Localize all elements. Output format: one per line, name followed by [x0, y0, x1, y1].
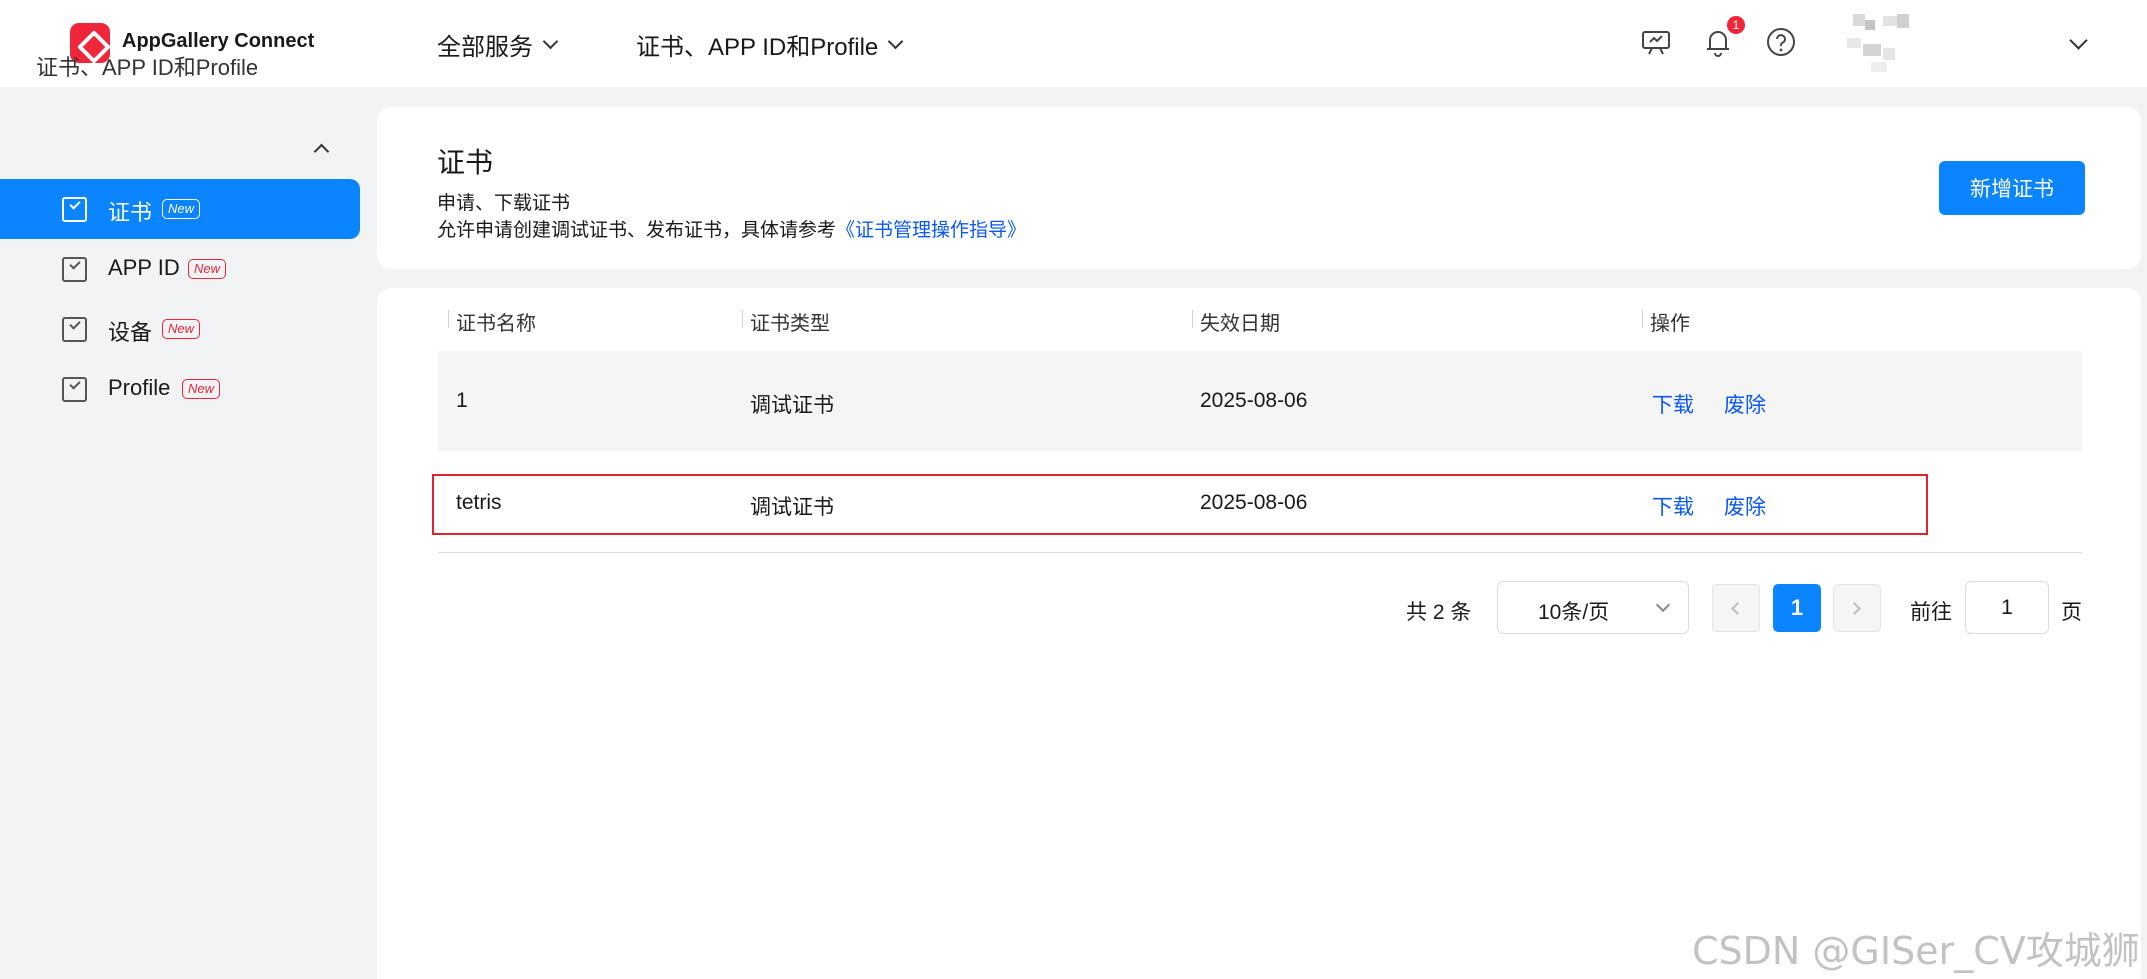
avatar[interactable]: [1845, 12, 1925, 78]
nav-certs-label: 证书、APP ID和Profile: [636, 34, 879, 61]
page-title: 证书: [437, 147, 494, 178]
new-badge: New: [188, 259, 227, 279]
pagination-total: 共 2 条: [1406, 601, 1472, 624]
sidebar-item-label: Profile: [108, 375, 171, 400]
nav-all-services[interactable]: 全部服务: [437, 27, 559, 62]
column-divider: [1642, 310, 1643, 328]
sidebar-item-app-id[interactable]: APP ID New: [0, 239, 360, 299]
sidebar-group-label[interactable]: 证书、APP ID和Profile: [36, 50, 258, 82]
sidebar-item-label: APP ID: [108, 255, 180, 280]
sidebar-item-label: 证书: [108, 200, 153, 225]
notification-badge: 1: [1727, 16, 1745, 34]
package-icon: [62, 197, 87, 222]
column-divider: [742, 310, 743, 328]
prev-page-button[interactable]: [1712, 584, 1760, 632]
presentation-icon[interactable]: [1638, 24, 1674, 60]
sidebar-item-devices[interactable]: 设备 New: [0, 299, 360, 359]
sidebar-item-label: 设备: [108, 320, 153, 345]
column-header-expiry: 失效日期: [1200, 313, 1280, 335]
goto-suffix: 页: [2061, 601, 2082, 624]
new-badge: New: [182, 379, 221, 399]
page-header-card: 证书 申请、下载证书 允许申请创建调试证书、发布证书，具体请参考《证书管理操作指…: [377, 107, 2141, 269]
new-badge: New: [162, 199, 201, 219]
package-icon: [62, 317, 87, 342]
column-header-actions: 操作: [1650, 313, 1690, 335]
help-icon[interactable]: [1763, 24, 1799, 60]
cell-name: 1: [456, 389, 468, 412]
page-description: 允许申请创建调试证书、发布证书，具体请参考《证书管理操作指导》: [437, 215, 1026, 242]
sidebar-item-profile[interactable]: Profile New: [0, 359, 360, 419]
goto-label: 前往: [1910, 601, 1952, 624]
cert-guide-link[interactable]: 《证书管理操作指导》: [836, 220, 1026, 241]
chevron-up-icon[interactable]: [313, 143, 330, 160]
watermark: CSDN @GISer_CV攻城狮: [1692, 929, 2140, 973]
chevron-left-icon: [1731, 602, 1744, 615]
download-button[interactable]: 下载: [1652, 389, 1694, 419]
page-number-current[interactable]: 1: [1773, 584, 1821, 632]
page-size-value: 10条/页: [1538, 601, 1610, 624]
column-divider: [1192, 310, 1193, 328]
sidebar-item-certificates[interactable]: 证书 New: [0, 179, 360, 239]
nav-all-services-label: 全部服务: [437, 34, 533, 61]
add-certificate-button[interactable]: 新增证书: [1939, 161, 2085, 215]
package-icon: [62, 257, 87, 282]
chevron-right-icon: [1848, 602, 1861, 615]
highlight-box: [432, 474, 1928, 535]
chevron-down-icon: [888, 33, 904, 49]
package-icon: [62, 377, 87, 402]
top-bar: AppGallery Connect 全部服务 证书、APP ID和Profil…: [0, 0, 2147, 87]
new-badge: New: [162, 319, 201, 339]
chevron-down-icon: [1655, 597, 1671, 613]
page-subtitle: 申请、下载证书: [437, 193, 571, 214]
column-header-type: 证书类型: [750, 313, 830, 335]
table-divider: [438, 552, 2082, 553]
revoke-button[interactable]: 废除: [1724, 389, 1766, 419]
page-size-select[interactable]: 10条/页: [1497, 581, 1689, 634]
chevron-down-icon: [542, 33, 559, 49]
column-header-name: 证书名称: [456, 313, 536, 335]
page-description-text: 允许申请创建调试证书、发布证书，具体请参考: [437, 220, 837, 241]
cell-expiry: 2025-08-06: [1200, 389, 1308, 412]
next-page-button[interactable]: [1833, 584, 1881, 632]
nav-certs-appid-profile[interactable]: 证书、APP ID和Profile: [636, 27, 904, 62]
goto-page-input[interactable]: [1965, 581, 2049, 634]
cell-type: 调试证书: [750, 394, 834, 417]
column-divider: [448, 310, 449, 328]
user-menu-chevron-icon[interactable]: [2069, 31, 2088, 50]
